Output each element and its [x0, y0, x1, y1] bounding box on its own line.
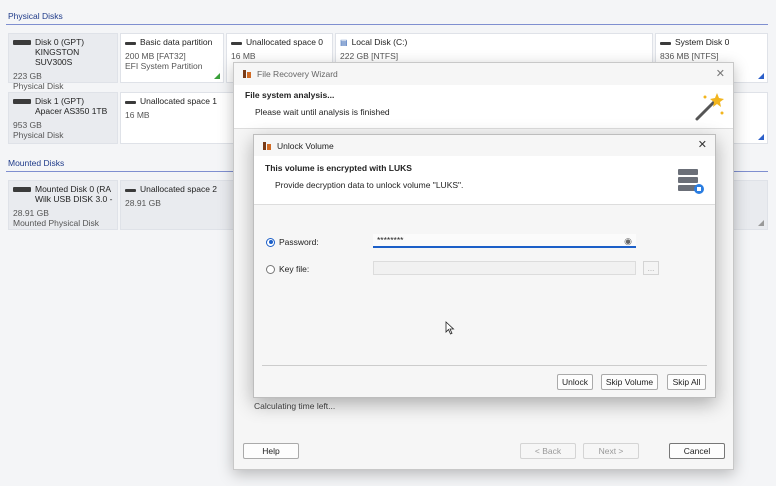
partition-status-marker — [758, 134, 764, 140]
hard-drive-icon — [13, 40, 31, 45]
next-button[interactable]: Next > — [583, 443, 639, 459]
partition-name: Unallocated space 2 — [140, 184, 218, 194]
disk-1-type: Physical Disk — [13, 130, 64, 140]
close-icon[interactable]: ✕ — [716, 67, 725, 80]
mouse-cursor-icon — [445, 321, 455, 335]
disk-1-card[interactable]: Disk 1 (GPT) Apacer AS350 1TB 953 GB Phy… — [8, 92, 118, 144]
physical-disks-title: Physical Disks — [8, 11, 63, 21]
partition-size: 222 GB [NTFS] — [340, 51, 399, 61]
skip-volume-button[interactable]: Skip Volume — [601, 374, 658, 390]
skip-all-button[interactable]: Skip All — [667, 374, 706, 390]
cancel-button[interactable]: Cancel — [669, 443, 725, 459]
disk-1-line2: Apacer AS350 1TB — [35, 106, 108, 116]
disk-1-line1: Disk 1 (GPT) — [35, 96, 85, 106]
wizard-footer: Help < Back Next > Cancel — [234, 433, 733, 469]
wizard-heading: File system analysis... — [245, 90, 335, 100]
mounted-disk-line2: Wilk USB DISK 3.0 - — [35, 194, 113, 204]
button-separator — [262, 365, 707, 366]
local-disk-icon: ▤ — [340, 37, 348, 47]
wizard-status: Calculating time left... — [254, 401, 336, 411]
keyfile-radio[interactable] — [266, 264, 275, 274]
password-value: ******** — [377, 235, 404, 245]
partition-size: 200 MB [FAT32] — [125, 51, 186, 61]
magic-wand-icon — [695, 93, 724, 121]
partition-name: Local Disk (C:) — [351, 37, 408, 47]
unlock-title: Unlock Volume — [277, 140, 334, 151]
help-button[interactable]: Help — [243, 443, 299, 459]
password-radio[interactable] — [266, 237, 275, 247]
partition-name: Unallocated space 1 — [140, 96, 218, 106]
mounted-disk-size: 28.91 GB — [13, 208, 49, 218]
disk-0-card[interactable]: Disk 0 (GPT) KINGSTON SUV300S 223 GB Phy… — [8, 33, 118, 91]
app-logo-icon — [243, 70, 251, 78]
usb-drive-icon — [13, 187, 31, 192]
disk-0-line1: Disk 0 (GPT) — [35, 37, 85, 47]
wizard-title: File Recovery Wizard — [257, 69, 338, 79]
partition-status-marker — [758, 73, 764, 79]
close-icon[interactable]: ✕ — [698, 138, 707, 151]
wizard-subheading: Please wait until analysis is finished — [255, 107, 390, 117]
password-option[interactable]: Password: — [266, 237, 319, 247]
partition-icon — [125, 189, 136, 192]
unlock-subheading: Provide decryption data to unlock volume… — [275, 180, 464, 190]
partition-status-marker — [214, 73, 220, 79]
partition-icon — [231, 42, 242, 45]
mounted-disk-type: Mounted Physical Disk — [13, 218, 99, 228]
unlock-volume-dialog: Unlock Volume ✕ This volume is encrypted… — [253, 134, 716, 398]
unlock-button[interactable]: Unlock — [557, 374, 593, 390]
app-logo-icon — [263, 141, 271, 150]
partition-size: 16 MB — [231, 51, 256, 61]
browse-button[interactable]: ... — [643, 261, 659, 275]
hard-drive-icon — [13, 99, 31, 104]
disk-0-line2: KINGSTON SUV300S — [35, 47, 80, 67]
unlock-header: This volume is encrypted with LUKS Provi… — [254, 156, 715, 205]
mounted-disk-line1: Mounted Disk 0 (RA — [35, 184, 112, 194]
wizard-header: File system analysis... Please wait unti… — [234, 85, 733, 129]
keyfile-input[interactable] — [373, 261, 636, 275]
mounted-disks-title: Mounted Disks — [8, 158, 65, 168]
keyfile-label: Key file: — [279, 264, 310, 274]
partition-status-marker — [758, 220, 764, 226]
partition-fs: EFI System Partition — [125, 61, 203, 71]
disk-0-type: Physical Disk — [13, 81, 64, 91]
section-divider — [6, 24, 768, 25]
database-lock-icon — [678, 169, 704, 194]
disk-1-size: 953 GB — [13, 120, 42, 130]
disk-0-size: 223 GB — [13, 71, 42, 81]
partition-icon — [125, 101, 136, 104]
password-input[interactable]: ******** ◉ — [373, 234, 636, 248]
show-password-icon[interactable]: ◉ — [624, 236, 632, 247]
password-label: Password: — [279, 237, 319, 247]
partition-icon — [660, 42, 671, 45]
partition-icon — [125, 42, 136, 45]
partition-card[interactable]: Basic data partition 200 MB [FAT32] EFI … — [120, 33, 224, 83]
wizard-titlebar: File Recovery Wizard — [234, 63, 733, 85]
unlock-heading: This volume is encrypted with LUKS — [265, 163, 412, 173]
partition-name: Basic data partition — [140, 37, 213, 47]
partition-size: 836 MB [NTFS] — [660, 51, 719, 61]
back-button[interactable]: < Back — [520, 443, 576, 459]
partition-name: System Disk 0 — [675, 37, 730, 47]
unlock-titlebar: Unlock Volume — [254, 135, 715, 156]
partition-name: Unallocated space 0 — [246, 37, 324, 47]
mounted-disk-0-card[interactable]: Mounted Disk 0 (RA Wilk USB DISK 3.0 - 2… — [8, 180, 118, 230]
keyfile-option[interactable]: Key file: — [266, 264, 309, 274]
